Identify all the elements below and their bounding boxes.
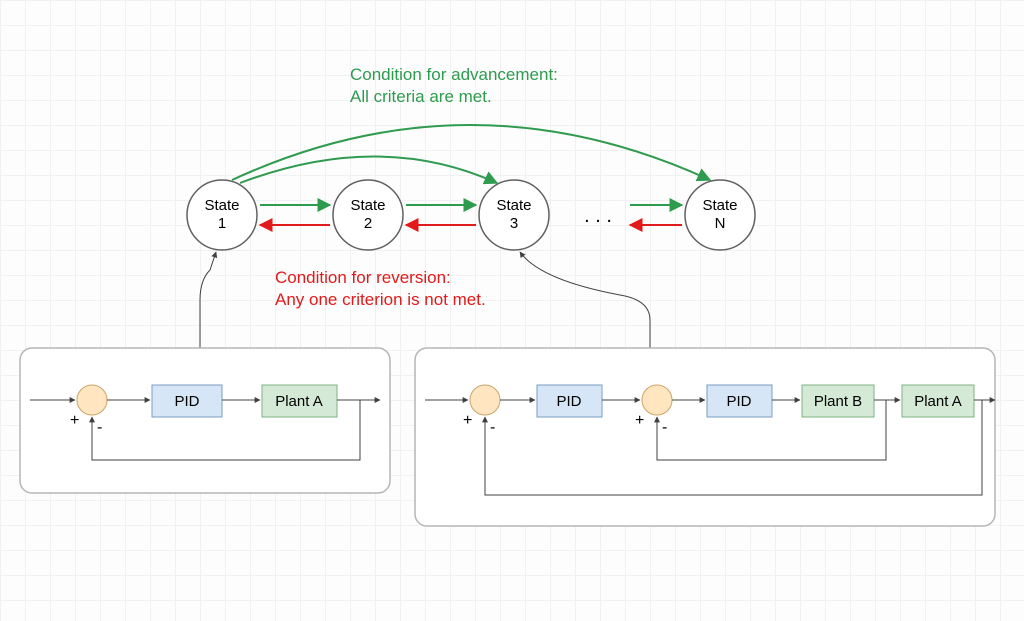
svg-text:-: - (97, 419, 102, 436)
card1-to-state1 (200, 252, 216, 348)
svg-text:Plant B: Plant B (814, 393, 862, 410)
revert-text-1: Condition for reversion: (275, 268, 451, 287)
card2-to-state3 (520, 252, 650, 348)
state-3: State 3 (479, 180, 549, 250)
svg-text:Plant A: Plant A (275, 393, 323, 410)
svg-text:-: - (662, 419, 667, 436)
card-B (415, 348, 995, 526)
svg-text:+: + (70, 412, 79, 429)
sumB-outer (470, 385, 500, 415)
state-n: State N (685, 180, 755, 250)
ellipsis: . . . (584, 205, 612, 227)
svg-text:N: N (715, 215, 726, 232)
revert-text-2: Any one criterion is not met. (275, 290, 486, 309)
svg-text:2: 2 (364, 215, 372, 232)
svg-text:State: State (204, 197, 239, 214)
svg-text:+: + (635, 412, 644, 429)
state-1: State 1 (187, 180, 257, 250)
state-2: State 2 (333, 180, 403, 250)
svg-text:State: State (350, 197, 385, 214)
advance-text-1: Condition for advancement: (350, 65, 558, 84)
advance-text-2: All criteria are met. (350, 87, 492, 106)
sumB-inner (642, 385, 672, 415)
svg-text:PID: PID (174, 393, 199, 410)
svg-text:3: 3 (510, 215, 518, 232)
svg-text:+: + (463, 412, 472, 429)
sumA (77, 385, 107, 415)
svg-text:1: 1 (218, 215, 226, 232)
svg-text:-: - (490, 419, 495, 436)
svg-text:PID: PID (726, 393, 751, 410)
svg-text:PID: PID (556, 393, 581, 410)
svg-text:State: State (702, 197, 737, 214)
diagram-svg: Condition for advancement: All criteria … (0, 0, 1024, 621)
svg-text:Plant A: Plant A (914, 393, 962, 410)
svg-text:State: State (496, 197, 531, 214)
